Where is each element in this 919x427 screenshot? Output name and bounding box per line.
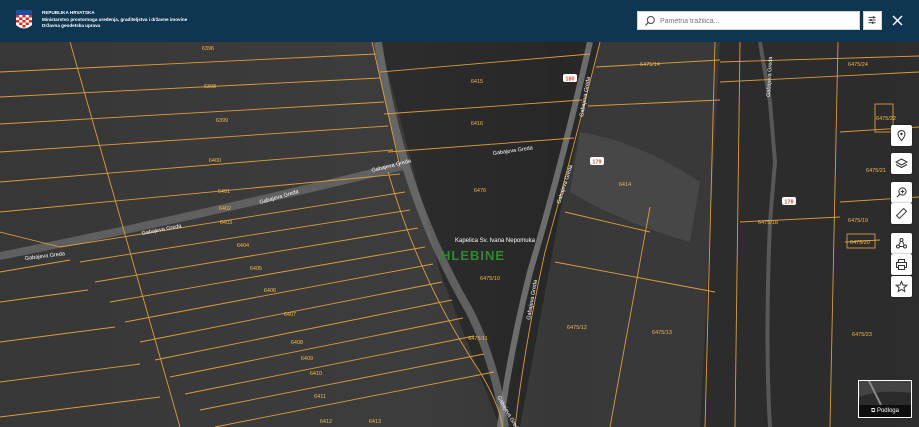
parcel-label: 6475/10: [480, 276, 500, 282]
parcel-label: 6476: [474, 188, 486, 194]
close-button[interactable]: [888, 11, 907, 30]
house-number: 179: [592, 160, 601, 166]
search-icon: [645, 16, 655, 26]
parcel-label: 6403: [220, 220, 232, 226]
parcel-label: 6406: [264, 288, 276, 294]
print-icon: [896, 259, 907, 270]
parcel-label: 6475/24: [848, 62, 868, 68]
layers-icon: [895, 158, 908, 169]
cadastral-map[interactable]: 180 179 178 Gabajeva Greda Gabajeva Gred…: [0, 42, 919, 427]
chapel-label: Kapelica Sv. Ivana Nepomuka: [455, 238, 536, 244]
top-bar: REPUBLIKA HRVATSKA Ministarstvo prostorn…: [0, 0, 919, 42]
parcel-label: 6408: [291, 340, 303, 346]
ministry-line-3: Državna geodetska uprava: [42, 23, 101, 28]
share-icon: [896, 238, 907, 249]
croatian-coat-of-arms-icon: [16, 10, 32, 29]
star-icon: [895, 280, 908, 293]
parcel-label: 6416: [471, 121, 483, 127]
location-tool[interactable]: [891, 125, 912, 146]
parcel-label: 6415: [471, 79, 483, 85]
share-tool[interactable]: [891, 233, 912, 254]
ruler-icon: [895, 207, 908, 220]
parcel-label: 6475/13: [652, 330, 672, 336]
parcel-label: 6410: [310, 371, 322, 377]
parcel-label: 6413: [369, 419, 381, 425]
parcel-label: 6402: [219, 206, 231, 212]
measure-tool[interactable]: [891, 203, 912, 224]
parcel-label: 6475/20: [850, 240, 870, 246]
parcel-label: 6396: [202, 46, 214, 52]
parcel-label: 6475/14: [640, 62, 660, 68]
search-input[interactable]: [658, 13, 857, 30]
parcel-label: 6407: [284, 312, 296, 318]
parcel-label: 6475/22: [876, 116, 896, 122]
parcel-label: 6398: [204, 84, 216, 90]
favourite-tool[interactable]: [891, 276, 912, 297]
parcel-label: 6475/12: [567, 325, 587, 331]
parcel-label: 6409: [301, 356, 313, 362]
parcel-label: 6475/18: [758, 220, 778, 226]
print-tool[interactable]: [891, 254, 912, 275]
parcel-label: 6475/11: [468, 336, 487, 342]
house-number: 180: [565, 77, 574, 83]
parcel-label: 6475/19: [848, 218, 868, 224]
parcel-label: 6405: [250, 266, 262, 272]
map-pin-icon: [897, 129, 906, 142]
parcel-label: 6414: [619, 182, 631, 188]
search-box: [637, 11, 860, 30]
basemap-label: ⧉ Podloga: [859, 405, 911, 417]
parcel-label: 6475/21: [866, 168, 886, 174]
parcel-label: 6399: [216, 118, 228, 124]
filter-icon: [868, 16, 876, 24]
basemap-switcher[interactable]: ⧉ Podloga: [858, 380, 912, 418]
basemap-thumbnail: [859, 380, 911, 406]
place-label: HLEBINE: [441, 248, 505, 263]
parcel-label: 6404: [237, 243, 249, 249]
parcel-label: 6400: [209, 158, 221, 164]
parcel-label: 6412: [320, 419, 332, 425]
parcel-label: 6401: [218, 189, 230, 195]
parcel-label: 6475/23: [852, 332, 872, 338]
house-number: 178: [784, 200, 793, 206]
zoom-in-icon: [896, 187, 907, 198]
ministry-title: REPUBLIKA HRVATSKA Ministarstvo prostorn…: [42, 10, 187, 30]
zoom-tool[interactable]: [891, 182, 912, 203]
close-icon: [892, 15, 903, 26]
parcel-label: 6411: [314, 394, 326, 400]
filter-button[interactable]: [863, 11, 882, 30]
layers-tool[interactable]: [891, 153, 912, 174]
